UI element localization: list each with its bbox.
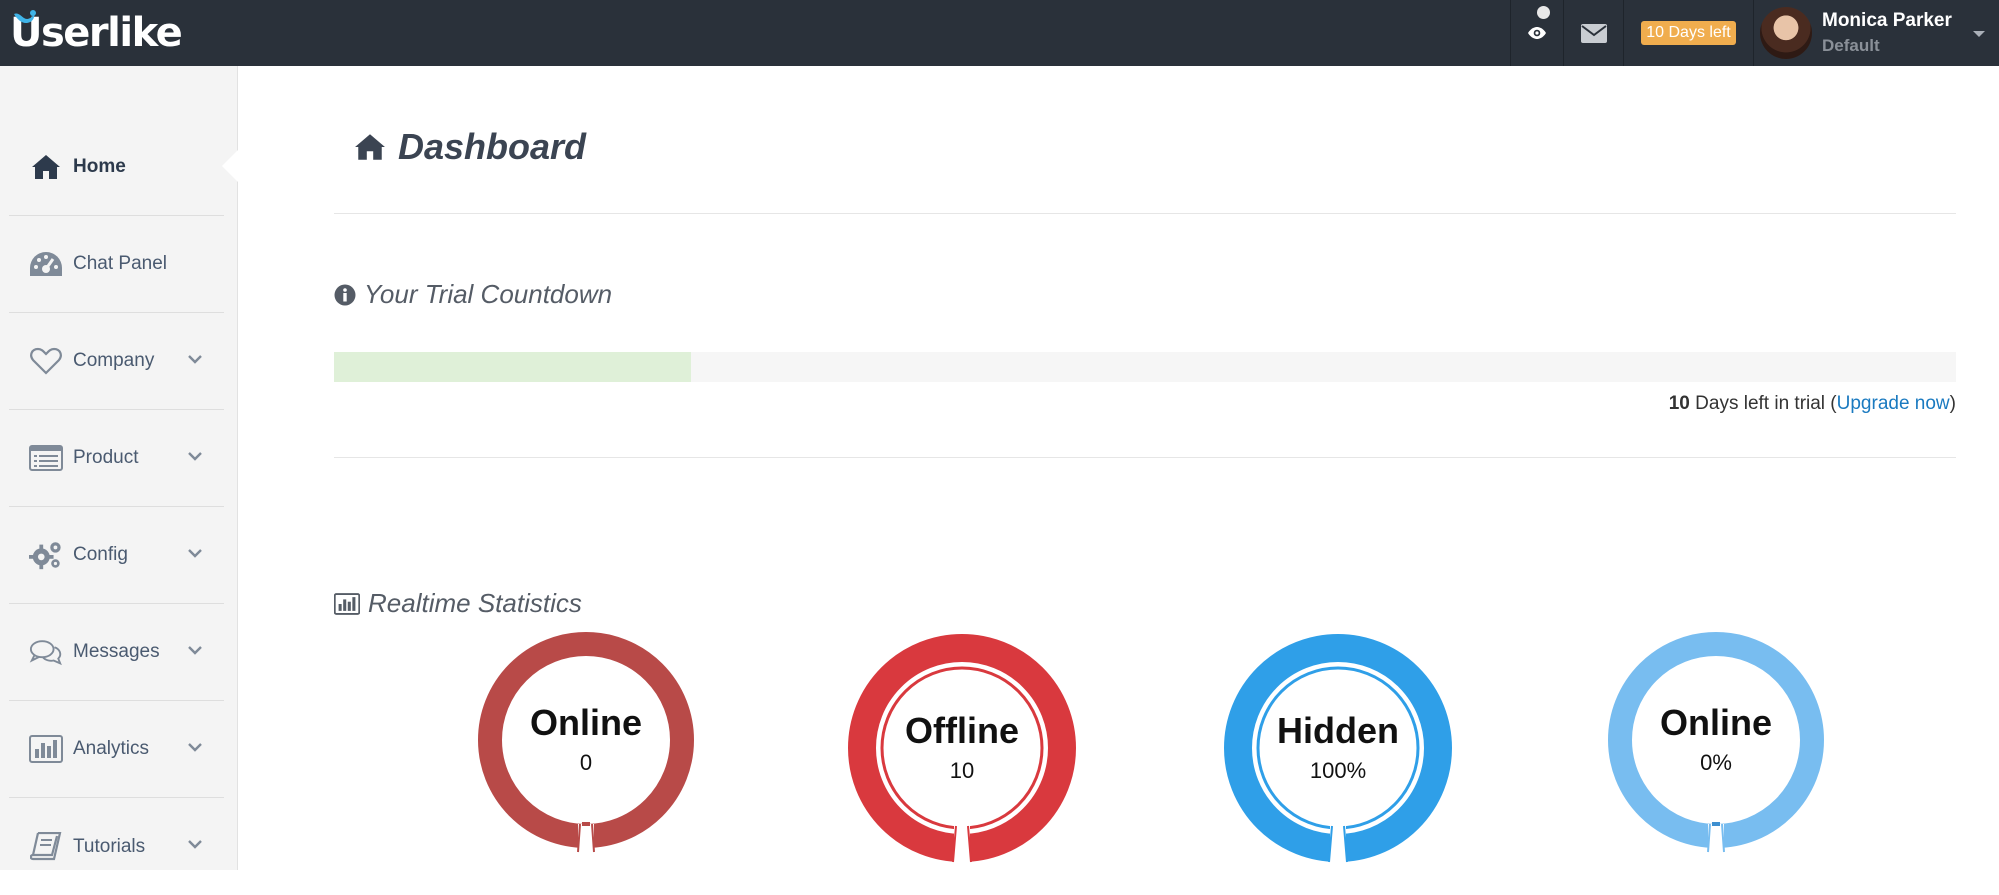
realtime-statistics-heading: Realtime Statistics bbox=[334, 588, 582, 619]
sidebar-item-chat-panel[interactable]: Chat Panel bbox=[9, 216, 224, 313]
home-icon bbox=[29, 150, 63, 184]
page-title-text: Dashboard bbox=[398, 126, 587, 167]
chevron-down-icon[interactable] bbox=[188, 646, 202, 655]
sidebar-item-label: Analytics bbox=[73, 738, 150, 759]
trial-progress-fill bbox=[334, 352, 691, 382]
chevron-down-icon[interactable] bbox=[188, 840, 202, 849]
user-name: Monica Parker bbox=[1822, 10, 1952, 31]
gauge-online-percentage: Online 0% bbox=[1602, 626, 1830, 870]
gauge-offline-operators: Offline 10 bbox=[840, 626, 1084, 870]
active-indicator bbox=[222, 150, 238, 182]
info-circle-icon bbox=[334, 284, 356, 305]
sidebar-item-config[interactable]: Config bbox=[9, 507, 224, 604]
heart-icon bbox=[29, 344, 63, 378]
trial-status-text: 10 Days left in trial (Upgrade now) bbox=[1669, 393, 1956, 415]
user-menu[interactable]: Monica Parker Default bbox=[1753, 0, 1999, 66]
divider bbox=[334, 457, 1956, 458]
top-navbar: Userlike 10 Days left Monica Parker Defa… bbox=[0, 0, 1999, 66]
bar-chart-icon bbox=[334, 592, 360, 615]
dashboard-gauge-icon bbox=[29, 247, 63, 281]
sidebar-item-tutorials[interactable]: Tutorials bbox=[9, 798, 224, 895]
sidebar-item-home[interactable]: Home bbox=[9, 119, 224, 216]
trial-days-count: 10 bbox=[1668, 393, 1690, 414]
avatar[interactable] bbox=[1760, 7, 1812, 59]
comments-icon bbox=[29, 635, 63, 669]
caret-down-icon[interactable] bbox=[1973, 31, 1985, 37]
gauge-label: Online bbox=[529, 702, 642, 743]
sidebar-item-messages[interactable]: Messages bbox=[9, 604, 224, 701]
trial-close-paren: ) bbox=[1949, 393, 1956, 414]
gauge-ring bbox=[478, 632, 694, 856]
chevron-down-icon[interactable] bbox=[188, 549, 202, 558]
main-content: Dashboard Your Trial Countdown 10 Days l… bbox=[238, 66, 1999, 870]
eye-icon bbox=[1528, 27, 1546, 39]
gauge-value: 10 bbox=[949, 758, 975, 783]
gauge-label: Offline bbox=[905, 710, 1019, 751]
section-title-text: Realtime Statistics bbox=[368, 588, 582, 618]
sidebar-item-label: Messages bbox=[73, 641, 160, 662]
sidebar-item-label: Product bbox=[73, 447, 139, 468]
top-right-controls: 10 Days left Monica Parker Default bbox=[1510, 0, 1999, 66]
sidebar-item-label: Chat Panel bbox=[73, 253, 168, 274]
sidebar-item-label: Config bbox=[73, 544, 128, 565]
visitor-watch-button[interactable] bbox=[1510, 0, 1563, 66]
home-icon bbox=[355, 134, 385, 160]
bar-chart-icon bbox=[29, 732, 63, 766]
gauge-value: 0% bbox=[1700, 750, 1732, 775]
section-title-text: Your Trial Countdown bbox=[364, 279, 613, 309]
trial-progress-bar bbox=[334, 352, 1956, 382]
bird-logo-icon bbox=[14, 10, 36, 23]
chevron-down-icon[interactable] bbox=[188, 743, 202, 752]
book-icon bbox=[29, 830, 63, 864]
trial-days-label: Days left in trial ( bbox=[1689, 393, 1837, 414]
messages-button[interactable] bbox=[1563, 0, 1623, 66]
sidebar-item-product[interactable]: Product bbox=[9, 410, 224, 507]
sidebar-item-company[interactable]: Company bbox=[9, 313, 224, 410]
chevron-down-icon[interactable] bbox=[188, 452, 202, 461]
sidebar-item-analytics[interactable]: Analytics bbox=[9, 701, 224, 798]
sidebar-item-label: Company bbox=[73, 350, 155, 371]
gauge-value: 100% bbox=[1309, 758, 1367, 783]
envelope-icon bbox=[1580, 23, 1607, 43]
user-role: Default bbox=[1822, 36, 1880, 55]
sidebar-item-label: Home bbox=[73, 156, 126, 177]
trial-days-badge[interactable]: 10 Days left bbox=[1641, 21, 1736, 45]
gauge-label: Online bbox=[1659, 702, 1772, 743]
list-icon bbox=[29, 441, 63, 475]
userlike-logo[interactable]: Userlike bbox=[10, 8, 183, 58]
trial-countdown-heading: Your Trial Countdown bbox=[334, 279, 612, 310]
gauge-value: 0 bbox=[579, 750, 593, 775]
gauge-ring bbox=[1608, 632, 1824, 856]
gauge-online-operators: Online 0 bbox=[472, 626, 700, 870]
sidebar: Home Chat Panel Company Product Config M… bbox=[0, 66, 238, 870]
trial-badge-cell[interactable]: 10 Days left bbox=[1623, 0, 1753, 66]
gauge-hidden-operators: Hidden 100% bbox=[1216, 626, 1460, 870]
page-title: Dashboard bbox=[354, 126, 586, 168]
upgrade-now-link[interactable]: Upgrade now bbox=[1837, 393, 1950, 414]
user-info: Monica Parker Default bbox=[1822, 10, 1952, 56]
chevron-down-icon[interactable] bbox=[188, 355, 202, 364]
notification-dot bbox=[1537, 6, 1550, 19]
sidebar-item-label: Tutorials bbox=[73, 835, 146, 857]
divider bbox=[334, 213, 1956, 214]
gauge-label: Hidden bbox=[1277, 710, 1399, 751]
gears-icon bbox=[29, 538, 63, 572]
